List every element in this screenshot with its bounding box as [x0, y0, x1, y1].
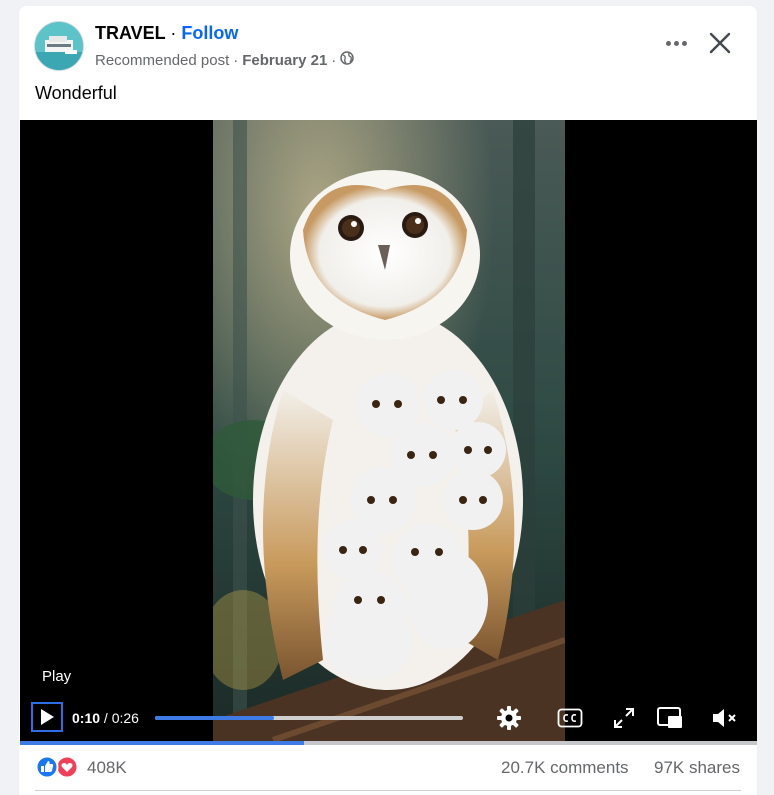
play-button[interactable] — [31, 702, 63, 732]
pip-button[interactable] — [655, 704, 685, 732]
video-player[interactable]: Play 0:10 / 0:26 — [20, 120, 757, 741]
shares-count[interactable]: 97K shares — [654, 758, 740, 778]
page-avatar[interactable] — [34, 21, 84, 71]
video-progress-fill — [20, 741, 304, 745]
current-time: 0:10 — [72, 710, 101, 726]
recommended-label: Recommended post — [95, 51, 230, 69]
picture-in-picture-icon — [657, 707, 682, 728]
time-separator: / — [100, 710, 112, 726]
post-date[interactable]: February 21 — [242, 52, 327, 69]
comments-count[interactable]: 20.7K comments — [501, 758, 629, 778]
divider — [35, 790, 741, 791]
follow-link[interactable]: Follow — [181, 23, 238, 43]
play-tooltip: Play — [42, 668, 72, 685]
more-options-button[interactable] — [659, 33, 693, 53]
globe-icon — [340, 51, 355, 69]
closed-captions-icon — [557, 708, 583, 728]
settings-button[interactable] — [494, 704, 524, 732]
post-author-line: TRAVEL · Follow — [95, 23, 238, 44]
close-icon — [709, 32, 731, 54]
engagement-bar: 408K 20.7K comments 97K shares — [19, 747, 757, 789]
mute-icon — [713, 709, 736, 727]
post-meta: Recommended post · February 21 · — [95, 51, 355, 69]
video-duration: 0:26 — [111, 710, 139, 726]
reaction-icons[interactable] — [35, 755, 79, 779]
settings-icon — [497, 706, 521, 730]
reaction-count[interactable]: 408K — [87, 758, 127, 778]
video-frame[interactable] — [213, 120, 565, 741]
play-icon — [41, 709, 54, 725]
like-icon — [35, 755, 59, 779]
love-icon — [55, 755, 79, 779]
author-name[interactable]: TRAVEL — [95, 23, 165, 43]
seek-bar-progress — [155, 716, 274, 720]
fullscreen-button[interactable] — [609, 704, 639, 732]
fullscreen-icon — [614, 708, 634, 728]
seek-bar[interactable] — [155, 716, 463, 720]
meta-separator: · — [331, 51, 337, 69]
mute-button[interactable] — [710, 704, 740, 732]
video-time: 0:10 / 0:26 — [72, 710, 139, 726]
post-card: TRAVEL · Follow Recommended post · Febru… — [19, 6, 757, 795]
meta-separator: · — [233, 51, 239, 69]
video-progress-bar — [20, 741, 757, 745]
post-caption: Wonderful — [35, 83, 117, 103]
more-horizontal-icon — [665, 40, 671, 46]
close-button[interactable] — [703, 26, 737, 60]
author-separator: · — [170, 23, 177, 43]
captions-button[interactable] — [555, 704, 585, 732]
